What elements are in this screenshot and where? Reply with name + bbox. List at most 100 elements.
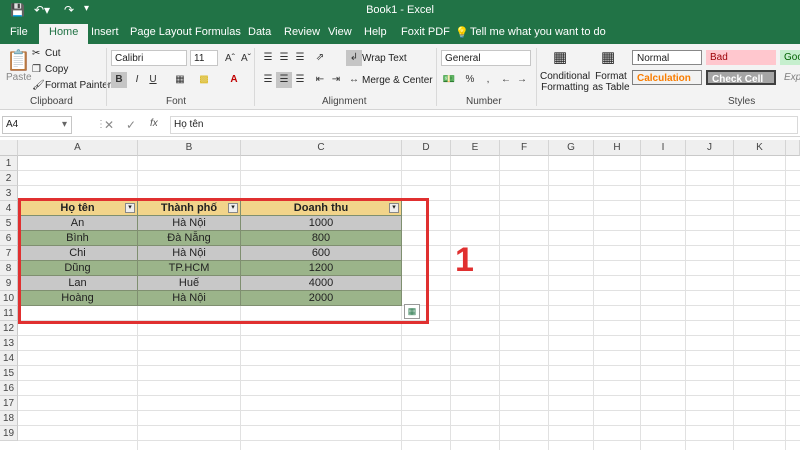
tab-home[interactable]: Home xyxy=(39,24,89,44)
wrap-text-icon[interactable]: ↲ xyxy=(346,50,362,66)
column-header-c[interactable]: C xyxy=(241,140,402,156)
bold-button[interactable]: B xyxy=(111,72,127,88)
chevron-down-icon[interactable]: ▾ xyxy=(62,119,67,130)
select-all-corner[interactable] xyxy=(0,140,18,156)
style-bad[interactable]: Bad xyxy=(706,50,776,65)
tab-file[interactable]: File xyxy=(10,26,28,38)
orientation-icon[interactable]: ⇗ xyxy=(312,50,328,66)
row-header[interactable]: 5 xyxy=(0,216,18,231)
column-header-e[interactable]: E xyxy=(451,140,500,156)
row-header[interactable]: 1 xyxy=(0,156,18,171)
comma-style-icon[interactable]: , xyxy=(480,72,496,88)
formula-input[interactable]: Họ tên xyxy=(170,116,798,134)
paste-icon[interactable]: 📋 xyxy=(6,48,31,73)
row-header[interactable]: 15 xyxy=(0,366,18,381)
conditional-formatting-button[interactable]: Conditional Formatting xyxy=(540,71,590,93)
row-header[interactable]: 11 xyxy=(0,306,18,321)
insert-function-icon[interactable]: fx xyxy=(150,118,158,129)
italic-button[interactable]: I xyxy=(129,72,145,88)
tab-formulas[interactable]: Formulas xyxy=(195,26,241,38)
row-header[interactable]: 14 xyxy=(0,351,18,366)
column-header-j[interactable]: J xyxy=(686,140,734,156)
tab-page-layout[interactable]: Page Layout xyxy=(130,26,192,38)
style-check-cell[interactable]: Check Cell xyxy=(706,70,776,85)
decrease-decimal-icon[interactable]: → xyxy=(514,72,530,88)
merge-center-button[interactable]: Merge & Center xyxy=(362,75,433,86)
font-name-dropdown[interactable]: Calibri xyxy=(111,50,187,66)
tell-me-box[interactable]: Tell me what you want to do xyxy=(470,26,606,38)
column-header-b[interactable]: B xyxy=(138,140,241,156)
column-header-f[interactable]: F xyxy=(500,140,549,156)
bottom-align-icon[interactable]: ☰ xyxy=(292,50,308,66)
tab-help[interactable]: Help xyxy=(364,26,387,38)
formula-bar: A4 ▾ ⋮ ✕ ✓ fx Họ tên xyxy=(0,113,800,137)
row-header[interactable]: 2 xyxy=(0,171,18,186)
conditional-formatting-icon[interactable]: ▦ xyxy=(553,48,567,66)
style-normal[interactable]: Normal xyxy=(632,50,702,65)
tab-review[interactable]: Review xyxy=(284,26,320,38)
format-painter-button[interactable]: Format Painter xyxy=(45,80,111,91)
cut-icon[interactable]: ✂ xyxy=(32,48,40,59)
align-right-icon[interactable]: ☰ xyxy=(292,72,308,88)
currency-icon[interactable]: 💵 xyxy=(441,72,457,88)
row-header[interactable]: 10 xyxy=(0,291,18,306)
merge-center-icon[interactable]: ↔ xyxy=(346,72,362,88)
underline-button[interactable]: U xyxy=(145,72,161,88)
increase-decimal-icon[interactable]: ← xyxy=(498,72,514,88)
paste-button[interactable]: Paste xyxy=(6,72,32,83)
row-header[interactable]: 9 xyxy=(0,276,18,291)
copy-button[interactable]: Copy xyxy=(45,64,68,75)
font-color-icon[interactable]: A xyxy=(226,72,242,88)
tell-me-icon[interactable]: 💡 xyxy=(455,26,469,39)
column-header-a[interactable]: A xyxy=(18,140,138,156)
decrease-font-icon[interactable]: Aˇ xyxy=(238,51,254,67)
cut-button[interactable]: Cut xyxy=(45,48,61,59)
column-header-d[interactable]: D xyxy=(402,140,451,156)
font-size-dropdown[interactable]: 11 xyxy=(190,50,218,66)
borders-icon[interactable]: ▦ xyxy=(172,72,188,88)
cancel-icon[interactable]: ✕ xyxy=(104,118,114,132)
tab-view[interactable]: View xyxy=(328,26,352,38)
row-header[interactable]: 18 xyxy=(0,411,18,426)
format-as-table-button[interactable]: Format as Table xyxy=(591,71,631,93)
column-header-i[interactable]: I xyxy=(641,140,686,156)
column-header-k[interactable]: K xyxy=(734,140,786,156)
style-calculation[interactable]: Calculation xyxy=(632,70,702,85)
enter-icon[interactable]: ✓ xyxy=(126,118,136,132)
row-header[interactable]: 6 xyxy=(0,231,18,246)
row-header[interactable]: 17 xyxy=(0,396,18,411)
wrap-text-button[interactable]: Wrap Text xyxy=(362,53,407,64)
font-group-label: Font xyxy=(166,96,187,107)
increase-indent-icon[interactable]: ⇥ xyxy=(328,72,344,88)
gridline xyxy=(18,395,800,396)
row-header[interactable]: 12 xyxy=(0,321,18,336)
copy-icon[interactable]: ❐ xyxy=(32,64,41,75)
row-header[interactable]: 13 xyxy=(0,336,18,351)
format-as-table-icon[interactable]: ▦ xyxy=(601,48,615,66)
style-explanatory[interactable]: Exp xyxy=(780,70,800,85)
column-header-g[interactable]: G xyxy=(549,140,594,156)
align-left-icon[interactable]: ☰ xyxy=(260,72,276,88)
number-format-dropdown[interactable]: General xyxy=(441,50,531,66)
increase-font-icon[interactable]: Aˆ xyxy=(222,51,238,67)
row-header[interactable]: 8 xyxy=(0,261,18,276)
column-header-partial[interactable] xyxy=(786,140,800,156)
tab-data[interactable]: Data xyxy=(248,26,271,38)
tab-insert[interactable]: Insert xyxy=(91,26,119,38)
format-painter-icon[interactable]: 🖌 xyxy=(32,80,45,91)
style-good[interactable]: Goo xyxy=(780,50,800,65)
row-header[interactable]: 3 xyxy=(0,186,18,201)
top-align-icon[interactable]: ☰ xyxy=(260,50,276,66)
fill-color-icon[interactable]: ▩ xyxy=(196,72,212,88)
row-header[interactable]: 7 xyxy=(0,246,18,261)
row-header[interactable]: 4 xyxy=(0,201,18,216)
decrease-indent-icon[interactable]: ⇤ xyxy=(312,72,328,88)
tab-foxit-pdf[interactable]: Foxit PDF xyxy=(401,26,450,38)
row-header[interactable]: 16 xyxy=(0,381,18,396)
align-center-icon[interactable]: ☰ xyxy=(276,72,292,88)
spreadsheet-grid[interactable]: A B C D E F G H I J K 1 2 3 4 5 6 7 8 9 10 11 12 13 1… xyxy=(0,140,800,450)
column-header-h[interactable]: H xyxy=(594,140,641,156)
row-header[interactable]: 19 xyxy=(0,426,18,441)
middle-align-icon[interactable]: ☰ xyxy=(276,50,292,66)
percent-icon[interactable]: % xyxy=(462,72,478,88)
